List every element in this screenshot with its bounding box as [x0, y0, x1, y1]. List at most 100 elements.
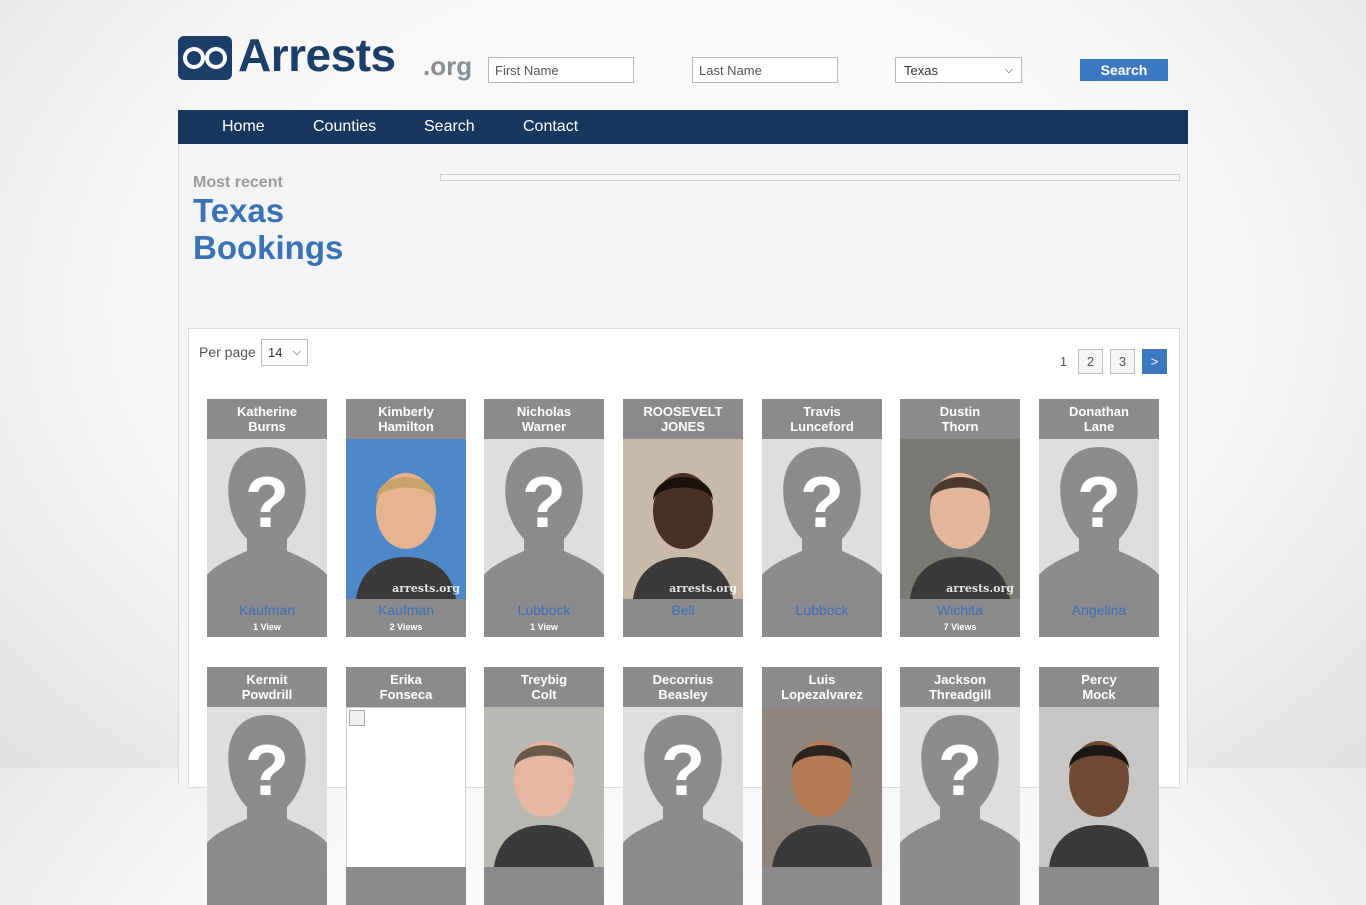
booking-footer — [207, 867, 327, 905]
booking-last-name: Hamilton — [378, 419, 434, 434]
svg-text:?: ? — [245, 731, 289, 811]
state-select-value: Texas — [904, 62, 938, 78]
booking-last-name: Lopezalvarez — [781, 687, 863, 702]
booking-card[interactable]: Dustin Thorn arrests.org Wichita 7 Views — [900, 399, 1020, 637]
ad-banner — [440, 174, 1180, 181]
page-next-button[interactable]: > — [1142, 349, 1167, 374]
no-photo-silhouette-icon[interactable]: ? — [900, 707, 1020, 867]
booking-first-name: Travis — [803, 404, 841, 419]
booking-last-name: Beasley — [658, 687, 708, 702]
booking-first-name: Kimberly — [378, 404, 434, 419]
booking-card[interactable]: Katherine Burns? Kaufman 1 View — [207, 399, 327, 637]
booking-view-count: 7 Views — [943, 622, 977, 632]
booking-last-name: Lane — [1083, 419, 1115, 434]
booking-last-name: Thorn — [941, 419, 979, 434]
booking-card[interactable]: Kermit Powdrill? — [207, 667, 327, 905]
no-photo-silhouette-icon[interactable]: ? — [1039, 439, 1159, 599]
per-page-select[interactable]: 14 ⌵ — [261, 339, 308, 366]
booking-card[interactable]: Donathan Lane? Angelina — [1039, 399, 1159, 637]
page-title: Texas Bookings — [193, 192, 343, 266]
booking-name[interactable]: Kermit Powdrill — [207, 672, 327, 702]
booking-name[interactable]: Decorrius Beasley — [623, 672, 743, 702]
booking-county-link[interactable]: Lubbock — [484, 602, 604, 618]
booking-footer: Lubbock 1 View — [484, 599, 604, 637]
booking-mugshot[interactable]: arrests.org — [346, 439, 466, 599]
booking-mugshot[interactable]: arrests.org — [900, 439, 1020, 599]
state-select[interactable]: Texas ⌵ — [895, 57, 1022, 83]
booking-first-name: Decorrius — [652, 672, 714, 687]
booking-name[interactable]: Katherine Burns — [207, 404, 327, 434]
nav-item-counties[interactable]: Counties — [313, 110, 376, 144]
no-photo-silhouette-icon[interactable]: ? — [207, 707, 327, 867]
booking-mugshot[interactable] — [1039, 707, 1159, 867]
svg-text:?: ? — [245, 463, 289, 543]
page-link-2[interactable]: 2 — [1078, 349, 1103, 374]
booking-name[interactable]: Luis Lopezalvarez — [762, 672, 882, 702]
booking-mugshot[interactable] — [484, 707, 604, 867]
booking-card[interactable]: Percy Mock — [1039, 667, 1159, 905]
booking-footer: Angelina — [1039, 599, 1159, 637]
booking-county-link[interactable]: Kaufman — [346, 602, 466, 618]
logo-badge-icon — [178, 36, 232, 80]
search-button[interactable]: Search — [1080, 59, 1168, 81]
booking-name[interactable]: Kimberly Hamilton — [346, 404, 466, 434]
booking-county-link[interactable]: Bell — [623, 602, 743, 618]
booking-card[interactable]: Kimberly Hamilton arrests.org Kaufman 2 View… — [346, 399, 466, 637]
booking-photo-broken[interactable] — [346, 707, 466, 869]
booking-first-name: Erika — [390, 672, 422, 687]
photo-watermark: arrests.org — [946, 582, 1014, 595]
booking-card[interactable]: Travis Lunceford? Lubbock — [762, 399, 882, 637]
logo-wordmark: Arrests — [238, 29, 396, 81]
booking-footer — [484, 867, 604, 905]
booking-county-link[interactable]: Wichita — [900, 602, 1020, 618]
nav-item-search[interactable]: Search — [424, 110, 475, 144]
svg-text:?: ? — [800, 463, 844, 543]
booking-footer — [762, 867, 882, 905]
booking-county-link[interactable]: Angelina — [1039, 602, 1159, 618]
nav-item-contact[interactable]: Contact — [523, 110, 578, 144]
booking-name[interactable]: ROOSEVELT JONES — [623, 404, 743, 434]
booking-name[interactable]: Treybig Colt — [484, 672, 604, 702]
booking-first-name: Katherine — [237, 404, 297, 419]
nav-item-home[interactable]: Home — [222, 110, 265, 144]
booking-mugshot[interactable] — [762, 707, 882, 867]
booking-view-count: 1 View — [253, 622, 281, 632]
chevron-down-icon: ⌵ — [1004, 63, 1013, 76]
booking-name[interactable]: Donathan Lane — [1039, 404, 1159, 434]
booking-name[interactable]: Travis Lunceford — [762, 404, 882, 434]
booking-card[interactable]: Luis Lopezalvarez — [762, 667, 882, 905]
booking-name[interactable]: Erika Fonseca — [346, 672, 466, 702]
booking-name[interactable]: Dustin Thorn — [900, 404, 1020, 434]
booking-name[interactable]: Jackson Threadgill — [900, 672, 1020, 702]
booking-footer — [346, 867, 466, 905]
booking-name[interactable]: Nicholas Warner — [484, 404, 604, 434]
booking-first-name: Kermit — [246, 672, 288, 687]
photo-watermark: arrests.org — [392, 582, 460, 595]
no-photo-silhouette-icon[interactable]: ? — [207, 439, 327, 599]
booking-card[interactable]: Erika Fonseca — [346, 667, 466, 905]
page-link-3[interactable]: 3 — [1110, 349, 1135, 374]
booking-name[interactable]: Percy Mock — [1039, 672, 1159, 702]
first-name-input[interactable] — [488, 57, 634, 83]
booking-card[interactable]: Treybig Colt — [484, 667, 604, 905]
last-name-input[interactable] — [692, 57, 838, 83]
booking-mugshot[interactable]: arrests.org — [623, 439, 743, 599]
booking-card[interactable]: Jackson Threadgill? — [900, 667, 1020, 905]
no-photo-silhouette-icon[interactable]: ? — [484, 439, 604, 599]
booking-county-link[interactable]: Lubbock — [762, 602, 882, 618]
booking-card[interactable]: Nicholas Warner? Lubbock 1 View — [484, 399, 604, 637]
booking-first-name: Treybig — [520, 672, 568, 687]
site-logo[interactable]: Arrests .org — [178, 29, 478, 84]
site-header: Arrests .org Texas ⌵ Search — [0, 0, 1366, 110]
booking-last-name: Mock — [1082, 687, 1116, 702]
booking-county-link[interactable]: Kaufman — [207, 602, 327, 618]
most-recent-label: Most recent — [193, 174, 283, 191]
booking-card[interactable]: ROOSEVELT JONES arrests.org Bell — [623, 399, 743, 637]
booking-footer — [1039, 867, 1159, 905]
no-photo-silhouette-icon[interactable]: ? — [623, 707, 743, 867]
booking-last-name: Lunceford — [790, 419, 854, 434]
booking-card[interactable]: Decorrius Beasley? — [623, 667, 743, 905]
booking-first-name: Donathan — [1069, 404, 1129, 419]
no-photo-silhouette-icon[interactable]: ? — [762, 439, 882, 599]
booking-first-name: Dustin — [939, 404, 981, 419]
